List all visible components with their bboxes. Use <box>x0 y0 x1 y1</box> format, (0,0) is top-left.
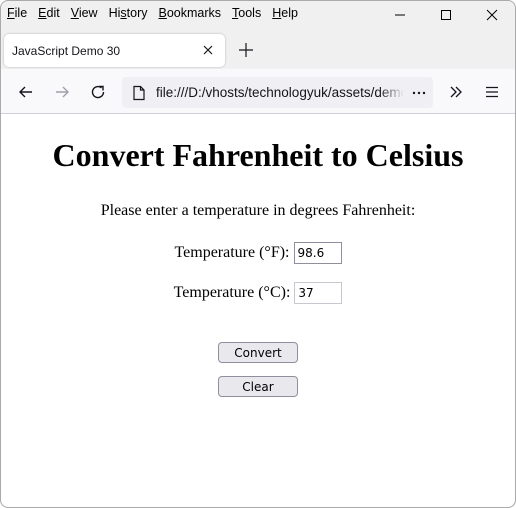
tab-title: JavaScript Demo 30 <box>12 43 121 58</box>
celsius-label: Temperature (°C): <box>173 284 291 301</box>
back-arrow-icon[interactable] <box>17 83 35 101</box>
close-icon <box>486 9 498 21</box>
close-window-button[interactable] <box>469 1 515 29</box>
menu-file[interactable]: File <box>7 6 27 20</box>
reload-icon[interactable] <box>89 83 107 101</box>
celsius-output[interactable] <box>294 282 343 304</box>
url-bar[interactable]: file:///D:/vhosts/technologyuk/assets/de… <box>122 77 433 108</box>
browser-window: File Edit View History Bookmarks Tools H… <box>0 0 516 508</box>
url-text[interactable]: file:///D:/vhosts/technologyuk/assets/de… <box>156 85 404 100</box>
fahrenheit-row: Temperature (°F): <box>1 242 515 264</box>
page-icon <box>133 85 145 100</box>
menu-history[interactable]: History <box>109 6 148 20</box>
new-tab-icon[interactable] <box>238 42 254 58</box>
page-heading: Convert Fahrenheit to Celsius <box>52 137 464 173</box>
celsius-row: Temperature (°C): <box>1 282 515 304</box>
convert-button[interactable]: Convert <box>218 342 298 363</box>
tab-strip: JavaScript Demo 30 <box>1 29 515 69</box>
page-content: Convert Fahrenheit to Celsius Please ent… <box>1 114 515 507</box>
minimize-icon <box>395 14 405 16</box>
fahrenheit-input[interactable] <box>293 242 342 264</box>
maximize-button[interactable] <box>423 1 469 29</box>
tab-close-icon[interactable] <box>201 43 215 57</box>
hamburger-menu-icon[interactable] <box>483 83 501 101</box>
more-icon[interactable] <box>411 85 427 101</box>
menu-help[interactable]: Help <box>272 6 298 20</box>
maximize-icon <box>441 10 451 20</box>
tab-javascript-demo-30[interactable]: JavaScript Demo 30 <box>4 34 225 67</box>
menu-view[interactable]: View <box>71 6 98 20</box>
minimize-button[interactable] <box>377 1 423 29</box>
window-controls <box>377 1 515 29</box>
overflow-chevrons-icon[interactable] <box>447 83 465 101</box>
nav-toolbar: file:///D:/vhosts/technologyuk/assets/de… <box>1 69 515 114</box>
menu-edit[interactable]: Edit <box>38 6 60 20</box>
menu-bookmarks[interactable]: Bookmarks <box>159 6 222 20</box>
instruction-text: Please enter a temperature in degrees Fa… <box>100 202 416 219</box>
menu-tools[interactable]: Tools <box>232 6 261 20</box>
fahrenheit-label: Temperature (°F): <box>174 244 290 261</box>
forward-arrow-icon[interactable] <box>53 83 71 101</box>
clear-button[interactable]: Clear <box>218 376 298 397</box>
